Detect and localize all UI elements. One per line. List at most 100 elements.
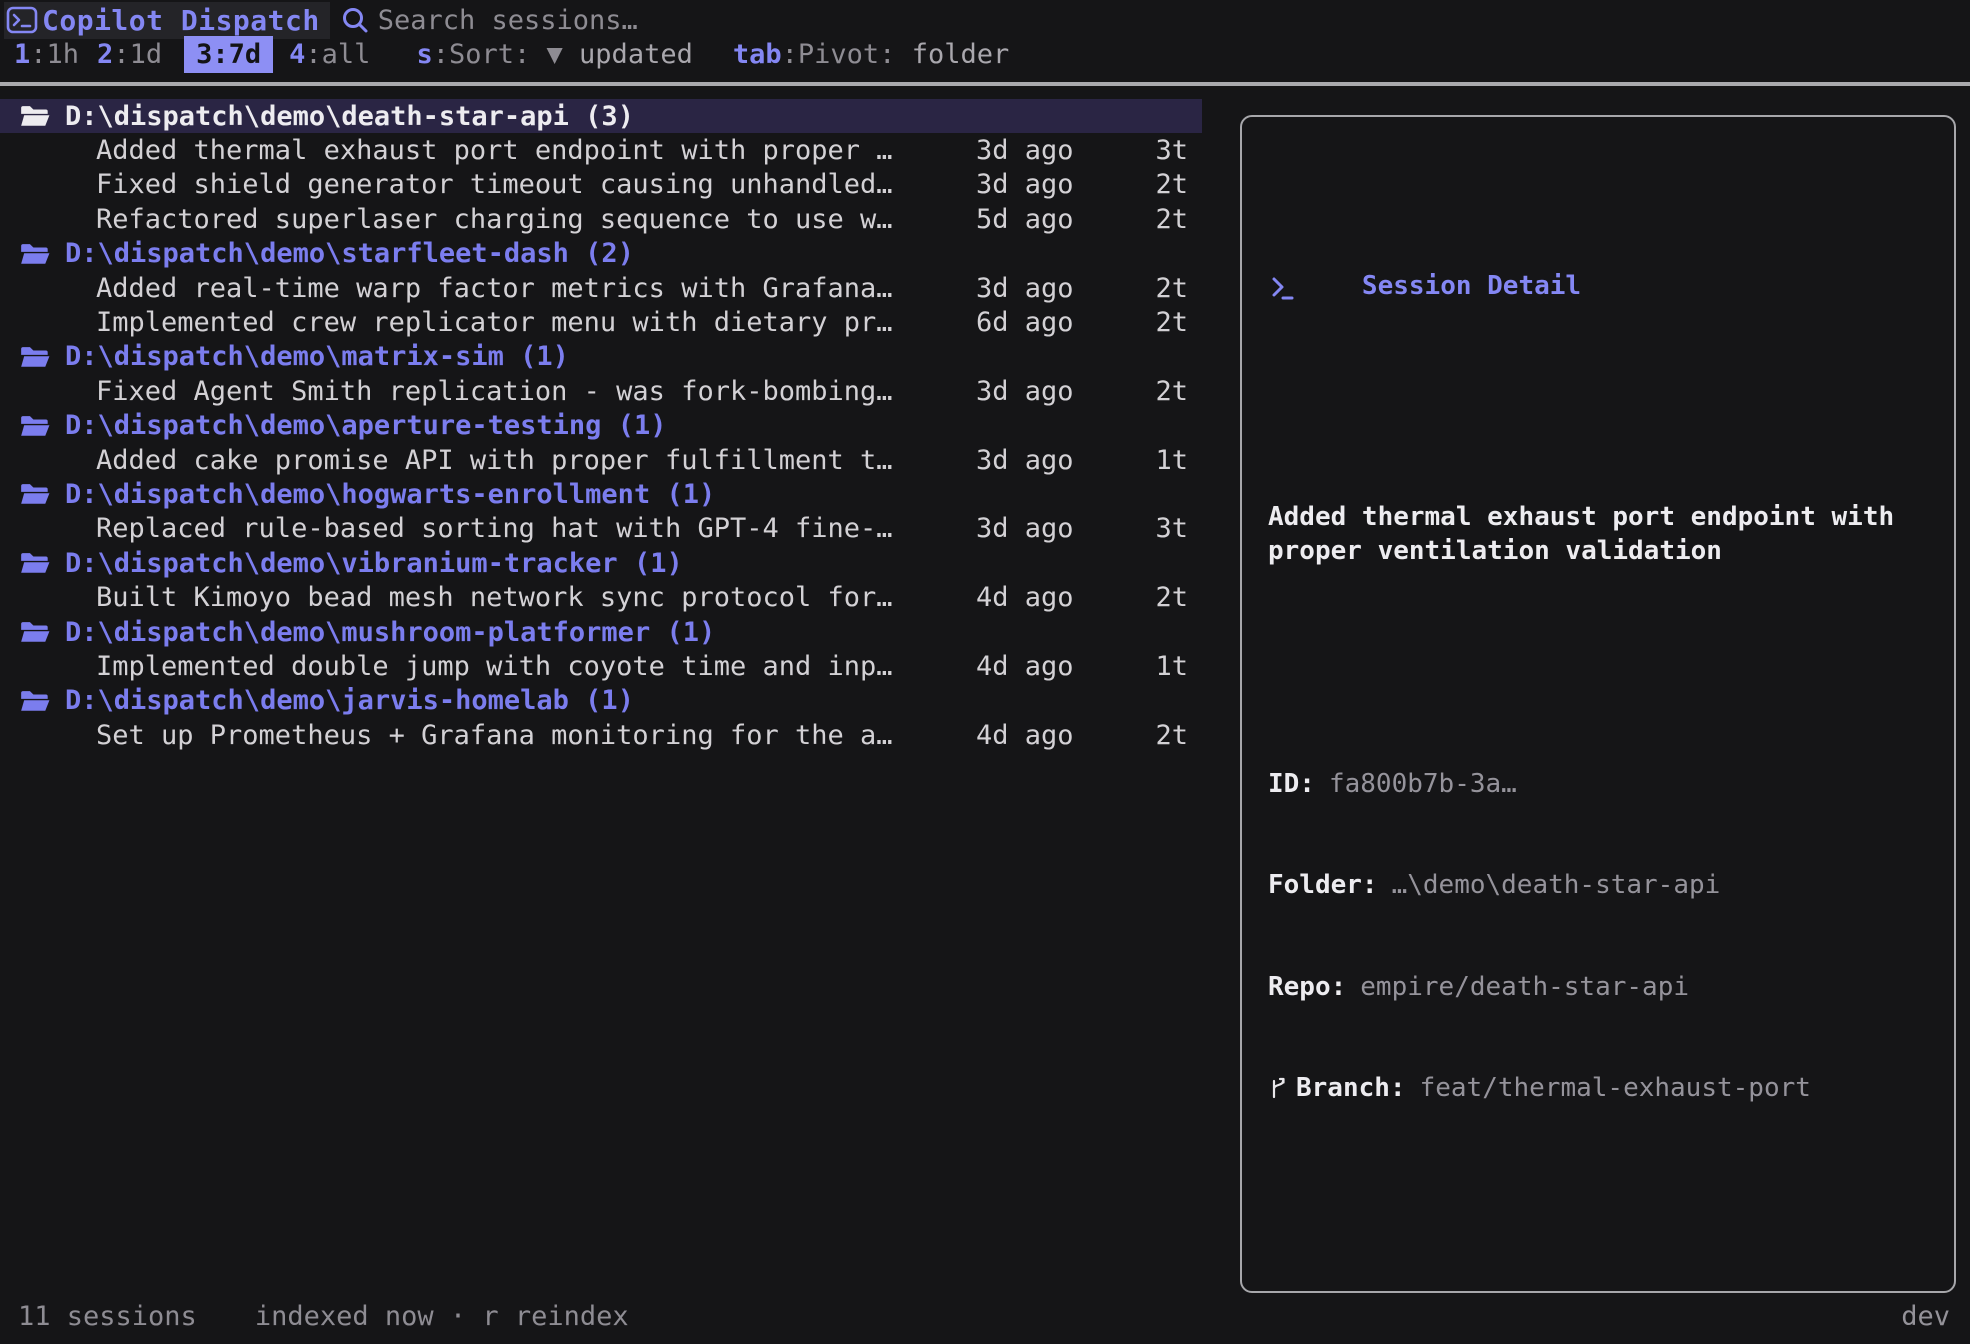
folder-label: Folder: bbox=[1268, 869, 1378, 903]
filter-tab-1h[interactable]: 1:1h bbox=[14, 39, 79, 70]
app-title: Copilot Dispatch bbox=[42, 4, 320, 37]
session-age: 6d ago bbox=[976, 307, 1088, 338]
session-age: 5d ago bbox=[976, 204, 1088, 235]
folder-path: D:\dispatch\demo\death-star-api bbox=[65, 101, 569, 132]
folder-value: …\demo\death-star-api bbox=[1392, 869, 1721, 903]
git-branch-icon bbox=[1268, 1076, 1288, 1102]
detail-id-row: ID: fa800b7b-3a… bbox=[1268, 768, 1928, 802]
folder-path: D:\dispatch\demo\starfleet-dash bbox=[65, 238, 569, 269]
session-title: Fixed shield generator timeout causing u… bbox=[0, 169, 976, 200]
folder-open-icon bbox=[20, 103, 50, 129]
folder-session-count: (1) bbox=[650, 617, 715, 648]
session-row[interactable]: Implemented double jump with coyote time… bbox=[0, 649, 1202, 683]
folder-open-icon bbox=[20, 550, 50, 576]
folder-session-count: (1) bbox=[569, 685, 634, 716]
session-title: Added real-time warp factor metrics with… bbox=[0, 273, 976, 304]
session-row[interactable]: Implemented crew replicator menu with di… bbox=[0, 305, 1202, 339]
detail-branch-row: Branch: feat/thermal-exhaust-port bbox=[1268, 1072, 1928, 1106]
session-title: Implemented double jump with coyote time… bbox=[0, 651, 976, 682]
terminal-icon bbox=[6, 4, 38, 36]
folder-row[interactable]: D:\dispatch\demo\mushroom-platformer (1) bbox=[0, 615, 1202, 649]
folder-session-count: (2) bbox=[569, 238, 634, 269]
session-row[interactable]: Fixed Agent Smith replication - was fork… bbox=[0, 374, 1202, 408]
folder-open-icon bbox=[20, 344, 50, 370]
session-turn-count: 3t bbox=[1088, 135, 1202, 166]
folder-row[interactable]: D:\dispatch\demo\death-star-api (3) bbox=[0, 99, 1202, 133]
folder-path: D:\dispatch\demo\matrix-sim bbox=[65, 341, 504, 372]
filter-tab-1d[interactable]: 2:1d bbox=[97, 39, 162, 70]
sort-control[interactable]: s:Sort: ▼ updated bbox=[416, 39, 692, 70]
status-bar: 11 sessions indexed now · r reindex dev bbox=[18, 1301, 1950, 1332]
folder-session-count: (1) bbox=[650, 479, 715, 510]
prompt-icon bbox=[1268, 205, 1362, 370]
session-row[interactable]: Added cake promise API with proper fulfi… bbox=[0, 443, 1202, 477]
session-turn-count: 2t bbox=[1088, 582, 1202, 613]
folder-row[interactable]: D:\dispatch\demo\aperture-testing (1) bbox=[0, 409, 1202, 443]
detail-meta: ID: fa800b7b-3a… Folder: …\demo\death-st… bbox=[1268, 700, 1928, 1173]
folder-row[interactable]: D:\dispatch\demo\matrix-sim (1) bbox=[0, 340, 1202, 374]
session-age: 3d ago bbox=[976, 273, 1088, 304]
session-turn-count: 2t bbox=[1088, 720, 1202, 751]
header-separator bbox=[0, 82, 1970, 86]
session-turn-count: 2t bbox=[1088, 376, 1202, 407]
filter-tab-all[interactable]: 4:all bbox=[289, 39, 370, 70]
session-title: Added cake promise API with proper fulfi… bbox=[0, 445, 976, 476]
search-placeholder: Search sessions… bbox=[378, 5, 638, 36]
session-age: 3d ago bbox=[976, 376, 1088, 407]
folder-open-icon bbox=[20, 241, 50, 267]
session-title: Fixed Agent Smith replication - was fork… bbox=[0, 376, 976, 407]
folder-session-count: (1) bbox=[504, 341, 569, 372]
session-turn-count: 3t bbox=[1088, 513, 1202, 544]
session-row[interactable]: Added real-time warp factor metrics with… bbox=[0, 271, 1202, 305]
session-age: 3d ago bbox=[976, 513, 1088, 544]
session-row[interactable]: Replaced rule-based sorting hat with GPT… bbox=[0, 512, 1202, 546]
session-turn-count: 2t bbox=[1088, 204, 1202, 235]
id-value: fa800b7b-3a… bbox=[1329, 768, 1517, 802]
filter-tab-7d-active[interactable]: 3:7d bbox=[184, 36, 273, 73]
session-row[interactable]: Refactored superlaser charging sequence … bbox=[0, 202, 1202, 236]
folder-session-count: (1) bbox=[601, 410, 666, 441]
session-row[interactable]: Fixed shield generator timeout causing u… bbox=[0, 168, 1202, 202]
folder-session-count: (1) bbox=[618, 548, 683, 579]
session-row[interactable]: Set up Prometheus + Grafana monitoring f… bbox=[0, 718, 1202, 752]
session-title: Built Kimoyo bead mesh network sync prot… bbox=[0, 582, 976, 613]
session-age: 4d ago bbox=[976, 720, 1088, 751]
folder-path: D:\dispatch\demo\aperture-testing bbox=[65, 410, 601, 441]
folder-row[interactable]: D:\dispatch\demo\starfleet-dash (2) bbox=[0, 237, 1202, 271]
detail-folder-row: Folder: …\demo\death-star-api bbox=[1268, 869, 1928, 903]
session-title: Refactored superlaser charging sequence … bbox=[0, 204, 976, 235]
detail-session-title: Added thermal exhaust port endpoint with… bbox=[1268, 501, 1928, 569]
folder-path: D:\dispatch\demo\jarvis-homelab bbox=[65, 685, 569, 716]
folder-row[interactable]: D:\dispatch\demo\hogwarts-enrollment (1) bbox=[0, 477, 1202, 511]
sort-dropdown-arrow-icon: ▼ bbox=[547, 39, 563, 70]
session-row[interactable]: Built Kimoyo bead mesh network sync prot… bbox=[0, 580, 1202, 614]
repo-label: Repo: bbox=[1268, 971, 1346, 1005]
folder-row[interactable]: D:\dispatch\demo\jarvis-homelab (1) bbox=[0, 684, 1202, 718]
pivot-control[interactable]: tab:Pivot: folder bbox=[733, 39, 1009, 70]
id-label: ID: bbox=[1268, 768, 1315, 802]
folder-path: D:\dispatch\demo\mushroom-platformer bbox=[65, 617, 650, 648]
session-title: Implemented crew replicator menu with di… bbox=[0, 307, 976, 338]
pivot-value: folder bbox=[912, 39, 1010, 70]
env-badge: dev bbox=[1901, 1301, 1950, 1332]
search-icon bbox=[340, 5, 370, 35]
session-turn-count: 2t bbox=[1088, 307, 1202, 338]
session-title: Added thermal exhaust port endpoint with… bbox=[0, 135, 976, 166]
search-input[interactable]: Search sessions… bbox=[340, 5, 638, 36]
folder-open-icon bbox=[20, 688, 50, 714]
repo-value: empire/death-star-api bbox=[1360, 971, 1689, 1005]
session-title: Set up Prometheus + Grafana monitoring f… bbox=[0, 720, 976, 751]
session-age: 3d ago bbox=[976, 169, 1088, 200]
detail-panel-header: Session Detail bbox=[1268, 205, 1928, 370]
folder-row[interactable]: D:\dispatch\demo\vibranium-tracker (1) bbox=[0, 546, 1202, 580]
index-status: indexed now · r reindex bbox=[255, 1301, 629, 1332]
session-turn-count: 2t bbox=[1088, 273, 1202, 304]
branch-label: Branch: bbox=[1296, 1072, 1406, 1106]
session-row[interactable]: Added thermal exhaust port endpoint with… bbox=[0, 133, 1202, 167]
detail-repo-row: Repo: empire/death-star-api bbox=[1268, 971, 1928, 1005]
session-turn-count: 1t bbox=[1088, 445, 1202, 476]
session-list: D:\dispatch\demo\death-star-api (3) Adde… bbox=[0, 99, 1202, 752]
branch-value: feat/thermal-exhaust-port bbox=[1420, 1072, 1811, 1106]
folder-open-icon bbox=[20, 413, 50, 439]
folder-session-count: (3) bbox=[569, 101, 634, 132]
